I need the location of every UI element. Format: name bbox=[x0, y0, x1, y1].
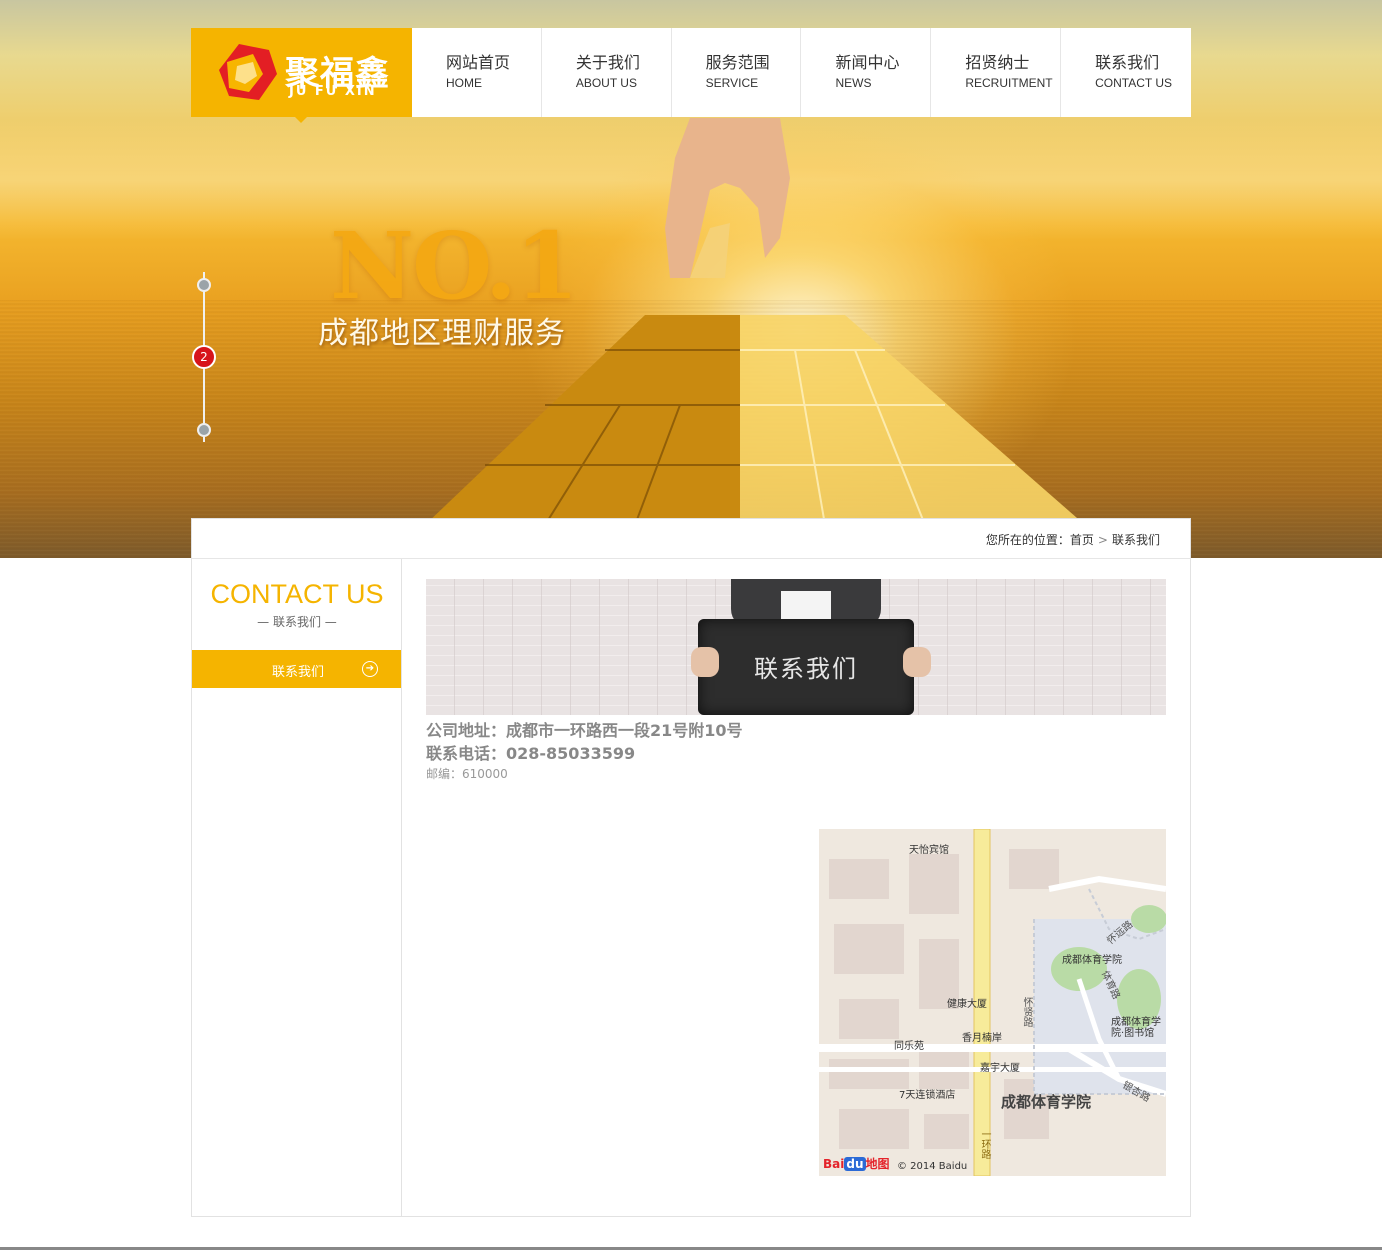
breadcrumb: 您所在的位置：首页 > 联系我们 bbox=[986, 531, 1160, 548]
contact-photo: 联系我们 bbox=[426, 579, 1166, 715]
main-nav: 网站首页 HOME 关于我们 ABOUT US 服务范围 SERVICE 新闻中… bbox=[412, 28, 1191, 117]
map-road-label: 一环路 bbox=[979, 1129, 990, 1159]
slider-dot-3[interactable] bbox=[197, 423, 211, 437]
nav-label-cn: 关于我们 bbox=[575, 53, 640, 72]
baidu-logo-du: du bbox=[844, 1157, 866, 1171]
map-poi-label: 7天连锁酒店 bbox=[899, 1090, 956, 1101]
chalkboard-text: 联系我们 bbox=[754, 655, 858, 683]
map-poi-label: 成都体育学院·图书馆 bbox=[1111, 1017, 1161, 1039]
right-hand bbox=[903, 647, 931, 677]
nav-label-en: RECRUITMENT bbox=[965, 76, 1053, 90]
nav-label-en: HOME bbox=[446, 76, 482, 90]
map-poi-label: 同乐苑 bbox=[894, 1041, 924, 1052]
contact-zip: 邮编：610000 bbox=[426, 767, 508, 781]
logo-notch bbox=[295, 117, 307, 123]
map-poi-label: 嘉宇大厦 bbox=[980, 1063, 1020, 1074]
banner-slogan: 成都地区理财服务 bbox=[318, 316, 566, 351]
breadcrumb-home-link[interactable]: 首页 bbox=[1070, 533, 1094, 547]
nav-label-cn: 服务范围 bbox=[705, 53, 770, 72]
nav-item-news[interactable]: 新闻中心 NEWS bbox=[801, 28, 932, 117]
contact-phone: 联系电话：028-85033599 bbox=[426, 744, 636, 763]
banner-headline: NO.1 bbox=[330, 212, 579, 320]
nav-label-en: NEWS bbox=[835, 76, 872, 90]
hand-image bbox=[665, 118, 790, 278]
logo-mark-icon bbox=[219, 44, 277, 100]
contact-address: 公司地址：成都市一环路西一段21号附10号 bbox=[426, 721, 743, 740]
arrow-right-icon: ➔ bbox=[362, 661, 378, 677]
chalkboard: 联系我们 bbox=[698, 619, 914, 715]
nav-item-service[interactable]: 服务范围 SERVICE bbox=[672, 28, 802, 117]
nav-label-en: SERVICE bbox=[705, 76, 759, 90]
baidu-map-logo[interactable]: Bai du 地图 bbox=[823, 1155, 890, 1172]
sidebar-item-label: 联系我们 bbox=[272, 665, 325, 680]
map-road-label: 怀贤路 bbox=[1021, 997, 1032, 1027]
baidu-map[interactable]: 天怡宾馆 怀远路 成都体育学院 健康大厦 怀贤路 香月楠岸 同乐苑 嘉宇大厦 7… bbox=[819, 829, 1166, 1176]
content-frame: 您所在的位置：首页 > 联系我们 CONTACT US — 联系我们 — 联系我们 … bbox=[191, 518, 1191, 1217]
baidu-logo-left: Bai bbox=[823, 1157, 845, 1171]
map-poi-label: 天怡宾馆 bbox=[909, 845, 949, 856]
breadcrumb-bar: 您所在的位置：首页 > 联系我们 bbox=[192, 519, 1190, 559]
slider-dot-2[interactable]: 2 bbox=[192, 345, 216, 369]
left-hand bbox=[691, 647, 719, 677]
nav-item-home[interactable]: 网站首页 HOME bbox=[412, 28, 542, 117]
logo-name-en: JU FU XIN bbox=[289, 84, 377, 99]
map-poi-label: 成都体育学院 bbox=[1062, 955, 1122, 966]
nav-item-contact[interactable]: 联系我们 CONTACT US bbox=[1061, 28, 1191, 117]
nav-item-about[interactable]: 关于我们 ABOUT US bbox=[542, 28, 672, 117]
nav-item-recruitment[interactable]: 招贤纳士 RECRUITMENT bbox=[931, 28, 1062, 117]
baidu-logo-right: 地图 bbox=[865, 1157, 890, 1171]
sidebar-subtitle: — 联系我们 — bbox=[257, 615, 337, 629]
nav-label-en: CONTACT US bbox=[1095, 76, 1173, 90]
breadcrumb-separator: > bbox=[1097, 533, 1108, 547]
slider-dot-1[interactable] bbox=[197, 278, 211, 292]
nav-label-en: ABOUT US bbox=[575, 76, 637, 90]
nav-label-cn: 联系我们 bbox=[1095, 53, 1160, 72]
nav-label-cn: 招贤纳士 bbox=[965, 53, 1030, 72]
sidebar-title: CONTACT US bbox=[210, 579, 384, 609]
nav-label-cn: 网站首页 bbox=[446, 53, 511, 72]
map-copyright: © 2014 Baidu bbox=[897, 1161, 968, 1172]
map-poi-label: 香月楠岸 bbox=[962, 1033, 1002, 1044]
nav-label-cn: 新闻中心 bbox=[835, 53, 900, 72]
map-roads bbox=[819, 829, 1166, 1176]
map-poi-label: 健康大厦 bbox=[947, 999, 987, 1010]
sidebar-item-contact[interactable]: 联系我们 ➔ bbox=[192, 650, 401, 688]
map-main-label: 成都体育学院 bbox=[1001, 1093, 1092, 1111]
sidebar: CONTACT US — 联系我们 — 联系我们 ➔ bbox=[192, 559, 402, 1216]
person-shirt bbox=[781, 591, 831, 621]
site-logo[interactable]: 聚福鑫 JU FU XIN bbox=[191, 28, 412, 123]
breadcrumb-prefix: 您所在的位置： bbox=[985, 533, 1070, 547]
breadcrumb-current: 联系我们 bbox=[1111, 533, 1160, 547]
